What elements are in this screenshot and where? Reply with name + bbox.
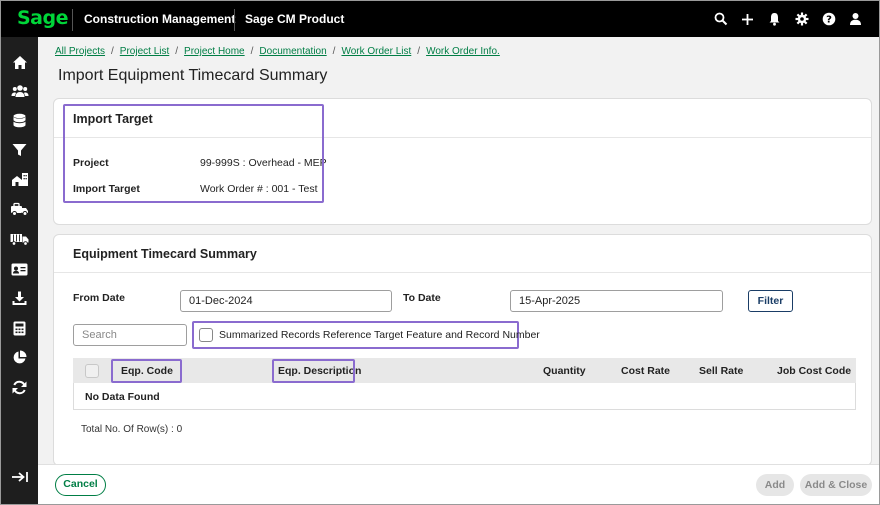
main-content: All Projects / Project List / Project Home / D…	[38, 37, 879, 466]
id-card-icon[interactable]	[1, 257, 38, 281]
page-title: Import Equipment Timecard Summary	[58, 67, 328, 84]
app-name[interactable]: Construction Management	[84, 12, 235, 26]
product-name[interactable]: Sage CM Product	[245, 12, 344, 26]
add-close-button[interactable]: Add & Close	[800, 474, 872, 496]
breadcrumb-work-order-list[interactable]: Work Order List	[341, 46, 411, 57]
table-body: No Data Found	[73, 383, 856, 410]
sage-logo[interactable]: Sage	[17, 7, 69, 29]
card-divider	[54, 272, 871, 273]
calculator-icon[interactable]	[1, 316, 38, 340]
cancel-button[interactable]: Cancel	[55, 474, 106, 496]
add-button[interactable]: Add	[756, 474, 794, 496]
search-input[interactable]: Search	[73, 324, 187, 346]
help-icon[interactable]: ?	[815, 9, 842, 29]
eqp-code-highlight	[111, 359, 182, 383]
breadcrumb-separator: /	[175, 46, 179, 57]
pie-chart-icon[interactable]	[1, 345, 38, 369]
breadcrumb-separator: /	[250, 46, 254, 57]
breadcrumb-all-projects[interactable]: All Projects	[55, 46, 105, 57]
user-icon[interactable]	[842, 9, 869, 29]
to-date-input[interactable]: 15-Apr-2025	[510, 290, 723, 312]
to-date-label: To Date	[403, 292, 441, 304]
breadcrumb-separator: /	[332, 46, 336, 57]
column-sell-rate[interactable]: Sell Rate	[699, 365, 743, 377]
top-bar: Sage Construction Management Sage CM Pro…	[1, 1, 879, 37]
total-rows: Total No. Of Row(s) : 0	[81, 424, 183, 435]
breadcrumb-separator: /	[111, 46, 114, 57]
empty-table-message: No Data Found	[85, 391, 160, 403]
column-job-cost-code[interactable]: Job Cost Code	[777, 365, 851, 377]
breadcrumb-project-home[interactable]: Project Home	[184, 46, 245, 57]
database-icon[interactable]	[1, 108, 38, 132]
footer-bar: Cancel Add Add & Close	[38, 464, 879, 504]
add-icon[interactable]	[734, 9, 761, 29]
breadcrumb-work-order-info[interactable]: Work Order Info.	[426, 46, 500, 57]
column-quantity[interactable]: Quantity	[543, 365, 586, 377]
import-target-card: Import Target Project 99-999S : Overhead…	[53, 98, 872, 225]
truck-icon[interactable]	[1, 227, 38, 251]
breadcrumb-separator: /	[417, 46, 421, 57]
breadcrumb: All Projects / Project List / Project Home / D…	[55, 46, 500, 57]
filter-icon[interactable]	[1, 138, 38, 162]
summarized-records-checkbox[interactable]	[199, 328, 213, 342]
summary-heading: Equipment Timecard Summary	[73, 247, 257, 261]
breadcrumb-project-list[interactable]: Project List	[120, 46, 169, 57]
expand-sidebar-icon[interactable]	[1, 465, 38, 489]
select-all-checkbox[interactable]	[85, 364, 99, 378]
download-icon[interactable]	[1, 286, 38, 310]
table-header: Eqp. Code Eqp. Description Quantity Cost…	[73, 358, 856, 383]
filter-button[interactable]: Filter	[748, 290, 793, 312]
building-icon[interactable]	[1, 167, 38, 191]
column-cost-rate[interactable]: Cost Rate	[621, 365, 670, 377]
summarized-records-label: Summarized Records Reference Target Feat…	[219, 329, 540, 341]
sync-icon[interactable]	[1, 375, 38, 399]
top-icons: ?	[707, 9, 869, 29]
toolbox-truck-icon[interactable]	[1, 197, 38, 221]
home-icon[interactable]	[1, 50, 38, 74]
from-date-label: From Date	[73, 292, 125, 304]
users-icon[interactable]	[1, 79, 38, 103]
from-date-input[interactable]: 01-Dec-2024	[180, 290, 392, 312]
eqp-description-highlight	[272, 359, 355, 383]
left-sidebar	[1, 37, 38, 504]
bell-icon[interactable]	[761, 9, 788, 29]
gear-icon[interactable]	[788, 9, 815, 29]
topbar-divider	[72, 9, 73, 31]
search-icon[interactable]	[707, 9, 734, 29]
topbar-divider	[234, 9, 235, 31]
import-target-highlight	[63, 104, 324, 203]
breadcrumb-documentation[interactable]: Documentation	[259, 46, 326, 57]
app-window: Sage Construction Management Sage CM Pro…	[0, 0, 880, 505]
svg-text:?: ?	[826, 15, 832, 26]
equipment-timecard-summary-card: Equipment Timecard Summary From Date 01-…	[53, 234, 872, 466]
